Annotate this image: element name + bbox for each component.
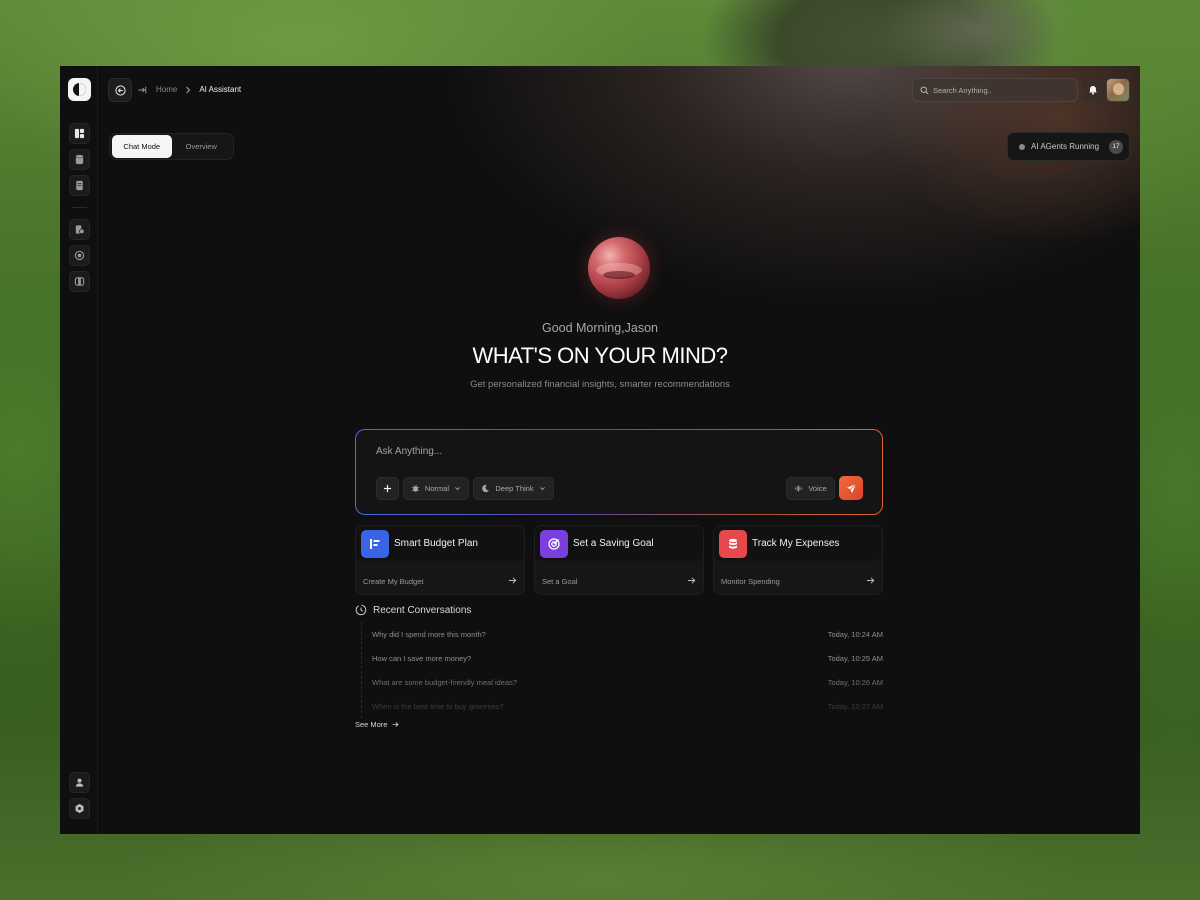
card-smart-budget-plan[interactable]: Smart Budget Plan Create My Budget — [355, 525, 525, 595]
search-icon — [920, 86, 929, 94]
wallet-icon — [74, 277, 85, 286]
chevron-right-icon — [186, 86, 191, 93]
target-icon — [74, 250, 85, 261]
voice-button[interactable]: Voice — [786, 477, 835, 500]
status-dot-icon — [1019, 143, 1025, 150]
top-bar: Home AI Assistant — [108, 78, 1130, 102]
breadcrumb-current: AI Assistant — [199, 85, 242, 94]
conversation-question: Why did I spend more this month? — [372, 629, 486, 639]
send-icon — [846, 483, 856, 493]
search-bar[interactable] — [912, 78, 1078, 102]
conversation-question: How can I save more money? — [372, 653, 472, 663]
conversation-item[interactable]: When is the best time to buy groceries? … — [362, 694, 883, 718]
card-title: Track My Expenses — [752, 538, 840, 549]
back-button[interactable] — [108, 78, 132, 102]
sidebar-item-documents[interactable] — [69, 175, 90, 196]
plus-icon — [383, 484, 392, 493]
conversation-timestamp: Today, 10:25 AM — [827, 653, 883, 663]
notifications-button[interactable] — [1082, 78, 1104, 102]
user-icon — [75, 778, 84, 787]
user-avatar[interactable] — [1106, 78, 1130, 102]
dashboard-icon — [74, 128, 85, 139]
settings-icon — [75, 803, 84, 814]
document-icon — [76, 180, 83, 191]
conversation-item[interactable]: How can I save more money? Today, 10:25 … — [362, 646, 883, 670]
sidebar-item-dashboard[interactable] — [69, 123, 90, 144]
arrow-right-icon — [508, 577, 517, 584]
card-action-label: Create My Budget — [363, 577, 424, 586]
expenses-database-icon — [719, 530, 747, 558]
sidebar-item-settings[interactable] — [69, 798, 90, 819]
app-logo[interactable] — [68, 78, 91, 101]
bug-icon — [411, 485, 420, 492]
deep-think-dropdown[interactable]: Deep Think — [473, 477, 554, 500]
conversation-question: When is the best time to buy groceries? — [372, 701, 504, 711]
arrow-right-icon — [138, 86, 147, 94]
receipt-icon — [75, 225, 85, 234]
sidebar — [60, 66, 98, 834]
sidebar-item-wallet[interactable] — [69, 271, 90, 292]
card-action-label: Monitor Spending — [721, 577, 780, 586]
arrow-right-icon — [687, 577, 696, 584]
voice-label: Voice — [808, 484, 827, 493]
card-track-my-expenses[interactable]: Track My Expenses Monitor Spending — [713, 525, 883, 595]
card-title: Set a Saving Goal — [573, 538, 654, 549]
arrow-right-icon — [866, 577, 875, 584]
search-input[interactable] — [933, 85, 1063, 95]
conversation-timestamp: Today, 10:26 AM — [827, 677, 883, 687]
tab-overview[interactable]: Overview — [172, 135, 232, 158]
waveform-icon — [795, 485, 803, 492]
sidebar-item-receipts[interactable] — [69, 219, 90, 240]
arrow-left-icon — [114, 84, 126, 96]
conversation-item[interactable]: Why did I spend more this month? Today, … — [362, 622, 883, 646]
see-more-link[interactable]: See More — [355, 720, 399, 729]
card-title: Smart Budget Plan — [394, 538, 478, 549]
deep-think-label: Deep Think — [495, 484, 534, 493]
conversation-question: What are some budget-friendly meal ideas… — [372, 677, 518, 687]
saving-goal-icon — [540, 530, 568, 558]
history-icon — [355, 604, 367, 616]
breadcrumb-home[interactable]: Home — [156, 85, 177, 94]
recent-conversations: Recent Conversations Why did I spend mor… — [355, 604, 883, 718]
conversation-list: Why did I spend more this month? Today, … — [361, 622, 883, 718]
conversation-timestamp: Today, 10:24 AM — [827, 629, 883, 639]
mode-normal-label: Normal — [424, 484, 450, 493]
page-headline: WHAT'S ON YOUR MIND? — [472, 343, 728, 368]
page-subtitle: Get personalized financial insights, sma… — [470, 379, 730, 390]
chat-composer: Normal Deep Think Voice — [355, 429, 883, 515]
see-more-label: See More — [355, 720, 388, 729]
database-icon — [75, 154, 84, 165]
bell-icon — [1089, 86, 1097, 95]
budget-plan-icon — [361, 530, 389, 558]
chat-input[interactable] — [376, 446, 856, 457]
ai-agents-status[interactable]: AI AGents Running 17 — [1007, 132, 1130, 161]
logo-icon — [73, 83, 86, 96]
greeting-text: Good Morning,Jason — [541, 321, 659, 335]
moon-icon — [482, 484, 490, 493]
sidebar-item-database[interactable] — [69, 149, 90, 170]
ai-agents-label: AI AGents Running — [1031, 142, 1100, 151]
recent-conversations-title: Recent Conversations — [373, 604, 472, 616]
conversation-timestamp: Today, 10:27 AM — [827, 701, 883, 711]
chevron-down-icon — [539, 487, 545, 491]
conversation-item[interactable]: What are some budget-friendly meal ideas… — [362, 670, 883, 694]
suggestion-cards: Smart Budget Plan Create My Budget Set a… — [355, 525, 883, 595]
ai-orb-avatar — [588, 237, 650, 299]
mode-toggle: Chat Mode Overview — [109, 133, 234, 160]
sidebar-divider — [72, 207, 87, 208]
breadcrumb: Home AI Assistant — [156, 85, 241, 94]
chevron-down-icon — [455, 487, 460, 491]
sidebar-item-profile[interactable] — [69, 772, 90, 793]
app-window: Home AI Assistant Chat Mode Overview AI … — [60, 66, 1140, 834]
card-action-label: Set a Goal — [542, 577, 578, 586]
arrow-right-icon — [392, 722, 399, 727]
mode-normal-dropdown[interactable]: Normal — [403, 477, 469, 500]
send-button[interactable] — [839, 476, 863, 500]
card-set-saving-goal[interactable]: Set a Saving Goal Set a Goal — [534, 525, 704, 595]
forward-button[interactable] — [135, 83, 149, 97]
attach-button[interactable] — [376, 477, 399, 500]
sidebar-item-goals[interactable] — [69, 245, 90, 266]
tab-chat-mode[interactable]: Chat Mode — [112, 135, 172, 158]
ai-agents-count-badge: 17 — [1109, 139, 1124, 154]
